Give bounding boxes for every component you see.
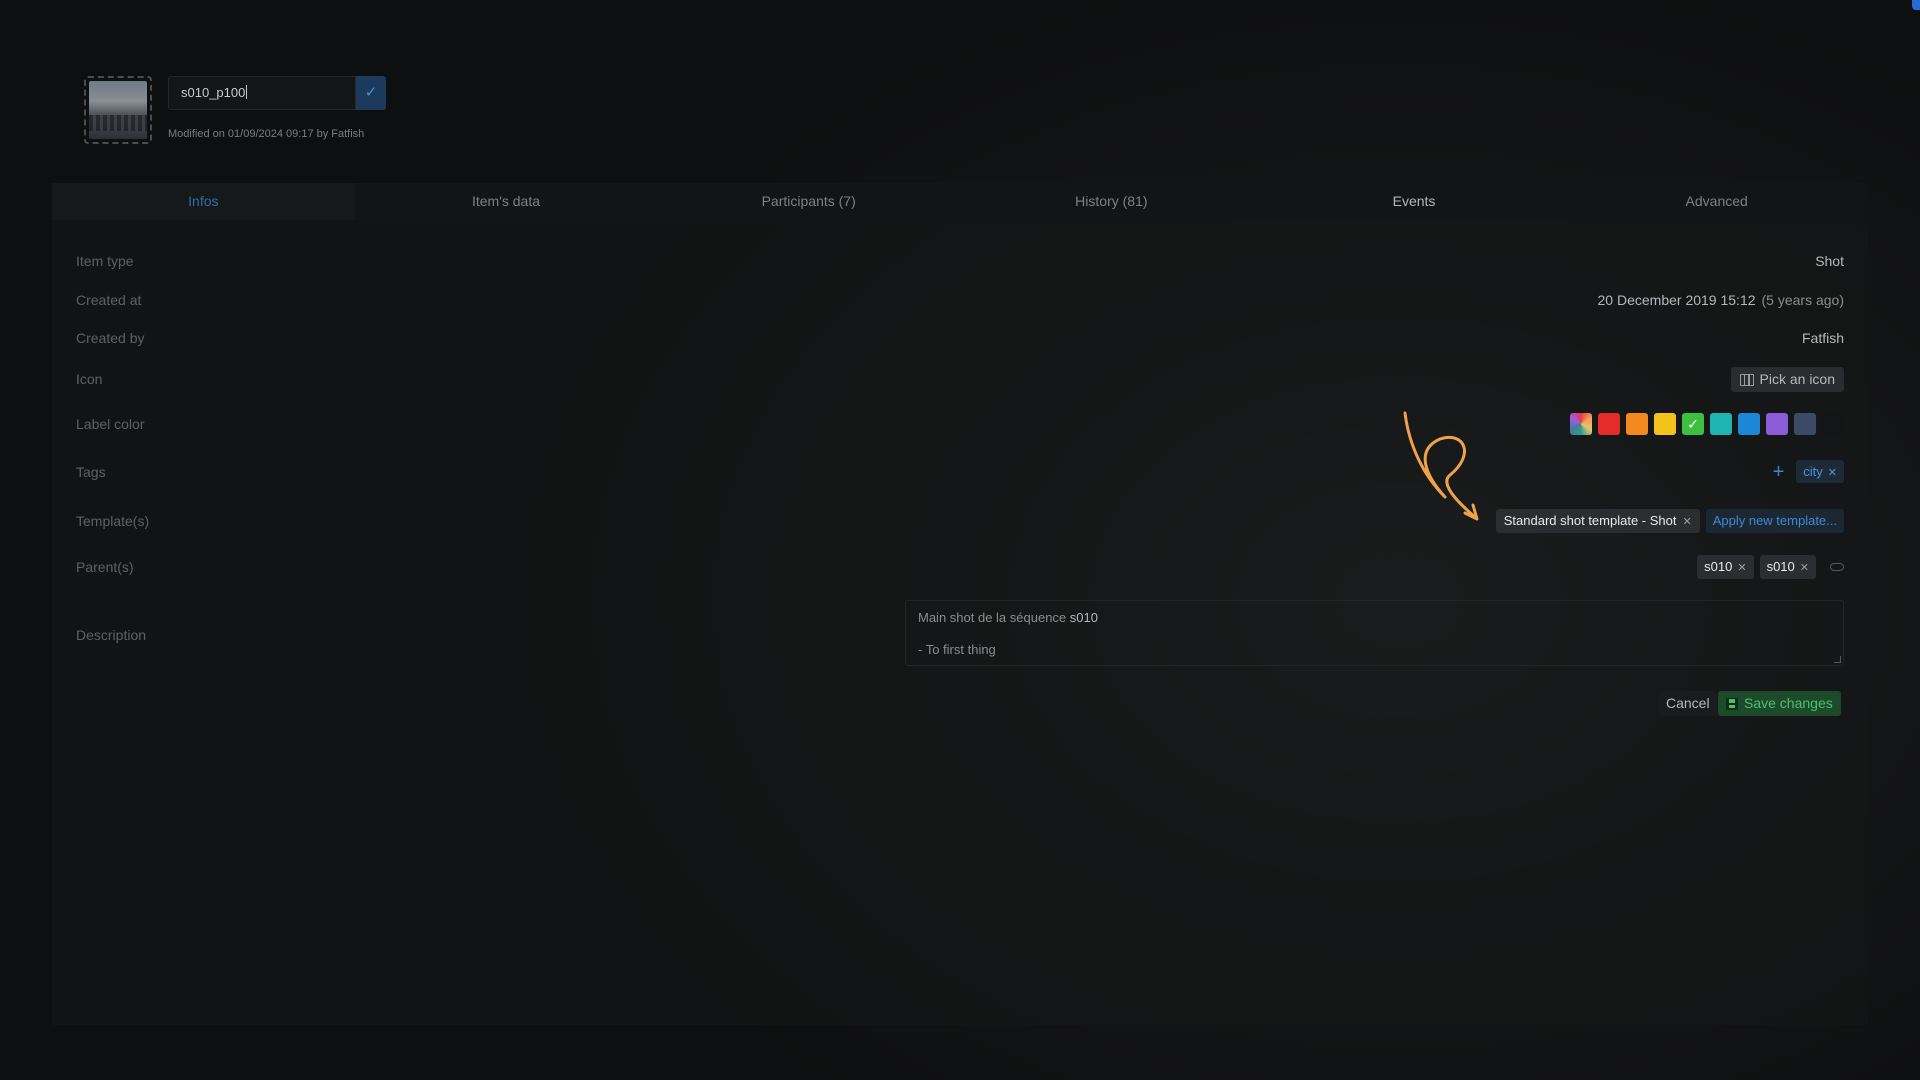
item-thumbnail[interactable] — [84, 76, 152, 144]
description-textarea[interactable]: Main shot de la séquence s010 - To first… — [905, 600, 1844, 666]
tags-row: + city ✕ — [1773, 460, 1844, 483]
color-swatch[interactable] — [1710, 413, 1732, 435]
tab-items-data[interactable]: Item's data — [354, 183, 658, 220]
link-icon[interactable] — [1830, 563, 1844, 571]
description-line-2: - To first thing — [918, 642, 996, 657]
confirm-name-button[interactable]: ✓ — [356, 76, 386, 110]
parents-row: s010 ✕ s010 ✕ — [1697, 555, 1844, 579]
color-swatches: ✓ — [1570, 413, 1844, 435]
tab-history[interactable]: History (81) — [960, 183, 1263, 220]
remove-template-icon[interactable]: ✕ — [1682, 516, 1691, 528]
parent-chip[interactable]: s010 ✕ — [1697, 555, 1754, 579]
template-chip[interactable]: Standard shot template - Shot ✕ — [1495, 509, 1700, 533]
corner-indicator — [1912, 0, 1920, 10]
label-color-label: Label color — [76, 416, 145, 432]
text-caret — [246, 85, 248, 99]
color-swatch[interactable] — [1626, 413, 1648, 435]
description-label: Description — [76, 627, 147, 643]
thumbnail-image — [89, 81, 147, 139]
description-highlight: s010 — [1069, 610, 1098, 625]
item-name-value: s010_p100 — [181, 85, 246, 100]
tab-advanced[interactable]: Advanced — [1565, 183, 1869, 220]
parent-text: s010 — [1766, 559, 1795, 574]
color-swatch[interactable] — [1794, 413, 1816, 435]
tags-label: Tags — [76, 464, 106, 480]
created-at-relative: (5 years ago) — [1761, 292, 1844, 308]
remove-parent-icon[interactable]: ✕ — [1737, 562, 1746, 574]
color-swatch[interactable] — [1822, 413, 1844, 435]
tag-chip[interactable]: city ✕ — [1796, 460, 1844, 483]
cancel-button[interactable]: Cancel — [1659, 691, 1717, 716]
save-label: Save changes — [1744, 695, 1833, 711]
templates-row: Standard shot template - Shot ✕ Apply new… — [1495, 509, 1844, 533]
check-icon: ✓ — [364, 84, 378, 101]
resize-handle[interactable] — [1834, 656, 1841, 663]
description-text: Main shot de la séquence — [918, 610, 1070, 625]
description-line-1: Main shot de la séquence s010 — [918, 610, 1831, 626]
color-swatch[interactable] — [1570, 413, 1592, 435]
templates-label: Template(s) — [76, 513, 150, 529]
created-at-label: Created at — [76, 292, 142, 308]
created-by-value: Fatfish — [1801, 330, 1844, 346]
remove-tag-icon[interactable]: ✕ — [1828, 467, 1837, 479]
tab-infos[interactable]: Infos — [52, 183, 355, 220]
item-type-value: Shot — [1815, 253, 1844, 269]
created-by-label: Created by — [76, 330, 145, 346]
color-swatch[interactable] — [1654, 413, 1676, 435]
annotation-arrow-icon — [1403, 411, 1479, 521]
add-tag-button[interactable]: + — [1773, 461, 1785, 483]
tab-bar: Infos Item's data Participants (7) Histo… — [52, 183, 1869, 220]
color-swatch[interactable] — [1766, 413, 1788, 435]
modified-info: Modified on 01/09/2024 09:17 by Fatfish — [168, 128, 365, 140]
remove-parent-icon[interactable]: ✕ — [1800, 562, 1809, 574]
parent-chip[interactable]: s010 ✕ — [1759, 555, 1816, 579]
pick-icon-label: Pick an icon — [1759, 371, 1835, 387]
check-icon: ✓ — [1687, 416, 1699, 432]
color-swatch[interactable]: ✓ — [1682, 413, 1704, 435]
item-name-input[interactable]: s010_p100 — [168, 76, 356, 110]
created-at-value: 20 December 2019 15:12 (5 years ago) — [1598, 292, 1844, 308]
film-icon — [1739, 373, 1754, 386]
tab-events[interactable]: Events — [1262, 183, 1566, 220]
floppy-disk-icon — [1726, 697, 1738, 710]
pick-icon-button[interactable]: Pick an icon — [1730, 367, 1844, 392]
created-at-date: 20 December 2019 15:12 — [1597, 292, 1756, 308]
icon-label: Icon — [76, 371, 103, 387]
color-swatch[interactable] — [1598, 413, 1620, 435]
save-changes-button[interactable]: Save changes — [1718, 691, 1841, 716]
parents-label: Parent(s) — [76, 559, 134, 575]
item-type-label: Item type — [76, 253, 134, 269]
tab-participants[interactable]: Participants (7) — [657, 183, 961, 220]
template-text: Standard shot template - Shot — [1503, 513, 1677, 528]
color-swatch[interactable] — [1738, 413, 1760, 435]
tag-text: city — [1803, 464, 1823, 479]
parent-text: s010 — [1704, 559, 1733, 574]
apply-template-button[interactable]: Apply new template... — [1705, 509, 1844, 533]
